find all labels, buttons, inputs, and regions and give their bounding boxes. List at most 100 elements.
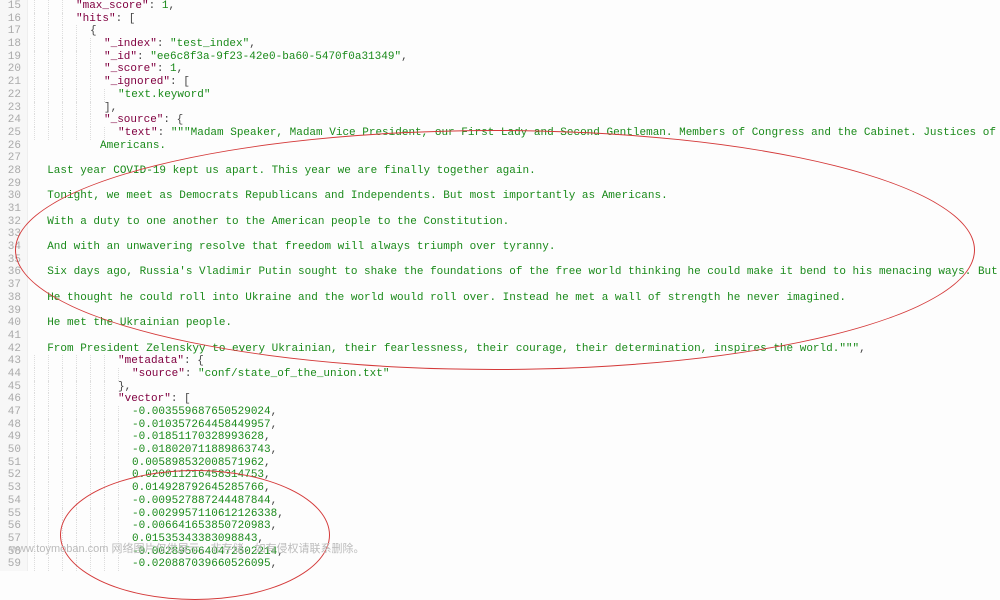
- line-number: 36: [0, 266, 21, 279]
- code-line[interactable]: "max_score": 1,: [34, 0, 1000, 13]
- code-line[interactable]: Last year COVID-19 kept us apart. This y…: [34, 165, 1000, 178]
- code-line[interactable]: [34, 178, 1000, 191]
- line-number: 54: [0, 495, 21, 508]
- code-line[interactable]: [34, 330, 1000, 343]
- line-number: 35: [0, 254, 21, 267]
- token-punc: ],: [104, 102, 117, 114]
- line-number: 50: [0, 444, 21, 457]
- code-line[interactable]: [34, 254, 1000, 267]
- code-line[interactable]: Tonight, we meet as Democrats Republican…: [34, 190, 1000, 203]
- token-punc: ,: [177, 63, 184, 75]
- code-line[interactable]: "_id": "ee6c8f3a-9f23-42e0-ba60-5470f0a3…: [34, 51, 1000, 64]
- line-number-gutter: 1516171819202122232425262728293031323334…: [0, 0, 28, 571]
- token-punc: ,: [277, 508, 284, 520]
- token-num: -0.006641653850720983: [132, 520, 271, 532]
- token-punc: ,: [401, 51, 408, 63]
- line-number: 39: [0, 305, 21, 318]
- token-punc: :: [158, 127, 171, 139]
- code-line[interactable]: -0.010357264458449957,: [34, 419, 1000, 432]
- line-number: 28: [0, 165, 21, 178]
- code-line[interactable]: [34, 152, 1000, 165]
- code-line[interactable]: [34, 305, 1000, 318]
- token-num: -0.009527887244487844: [132, 495, 271, 507]
- code-line[interactable]: And with an unwavering resolve that free…: [34, 241, 1000, 254]
- line-number: 43: [0, 355, 21, 368]
- code-line[interactable]: 0.014928792645285766,: [34, 482, 1000, 495]
- line-number: 29: [0, 178, 21, 191]
- code-line[interactable]: "_ignored": [: [34, 76, 1000, 89]
- code-line[interactable]: 0.020011216458314753,: [34, 469, 1000, 482]
- code-line[interactable]: ],: [34, 102, 1000, 115]
- token-key: "metadata": [118, 355, 184, 367]
- code-line[interactable]: He met the Ukrainian people.: [34, 317, 1000, 330]
- code-line[interactable]: Americans.: [34, 140, 1000, 153]
- line-number: 24: [0, 114, 21, 127]
- code-line[interactable]: "_index": "test_index",: [34, 38, 1000, 51]
- code-line[interactable]: "_score": 1,: [34, 63, 1000, 76]
- token-punc: ,: [859, 343, 866, 355]
- token-key: "max_score": [76, 0, 149, 12]
- token-punc: ,: [249, 38, 256, 50]
- code-line[interactable]: From President Zelenskyy to every Ukrain…: [34, 343, 1000, 356]
- code-line[interactable]: With a duty to one another to the Americ…: [34, 216, 1000, 229]
- token-punc: },: [118, 381, 131, 393]
- line-number: 46: [0, 393, 21, 406]
- token-punc: : [: [171, 393, 191, 405]
- footer-watermark: www.toymoban.com 网络图片仅供展示，非存储，如有侵权请联系删除。: [10, 542, 364, 557]
- code-line[interactable]: [34, 279, 1000, 292]
- token-punc: ,: [264, 457, 271, 469]
- code-line[interactable]: "metadata": {: [34, 355, 1000, 368]
- code-line[interactable]: {: [34, 25, 1000, 38]
- code-line[interactable]: -0.003559687650529024,: [34, 406, 1000, 419]
- code-line[interactable]: "hits": [: [34, 13, 1000, 26]
- code-line[interactable]: -0.0029957110612126338,: [34, 508, 1000, 521]
- code-line[interactable]: },: [34, 381, 1000, 394]
- token-key: "hits": [76, 13, 116, 25]
- line-number: 31: [0, 203, 21, 216]
- token-num: -0.01851170328993628: [132, 431, 264, 443]
- token-punc: ,: [168, 0, 175, 12]
- token-key: "_source": [104, 114, 163, 126]
- token-num: 0.005898532008571962: [132, 457, 264, 469]
- code-line[interactable]: He thought he could roll into Ukraine an…: [34, 292, 1000, 305]
- token-punc: : [: [116, 13, 136, 25]
- code-line[interactable]: "text": """Madam Speaker, Madam Vice Pre…: [34, 127, 1000, 140]
- code-line[interactable]: [34, 203, 1000, 216]
- line-number: 33: [0, 228, 21, 241]
- token-num: -0.020887039660526095: [132, 558, 271, 570]
- token-num: -0.003559687650529024: [132, 406, 271, 418]
- line-number: 34: [0, 241, 21, 254]
- token-str: With a duty to one another to the Americ…: [47, 216, 509, 228]
- line-number: 27: [0, 152, 21, 165]
- token-punc: ,: [271, 444, 278, 456]
- code-line[interactable]: [34, 228, 1000, 241]
- token-num: 0.020011216458314753: [132, 469, 264, 481]
- code-line[interactable]: -0.009527887244487844,: [34, 495, 1000, 508]
- code-line[interactable]: -0.01851170328993628,: [34, 431, 1000, 444]
- code-editor[interactable]: 1516171819202122232425262728293031323334…: [0, 0, 1000, 571]
- token-key: "_ignored": [104, 76, 170, 88]
- code-content[interactable]: "max_score": 1, "hits": [ { "_index": "t…: [28, 0, 1000, 571]
- token-str: And with an unwavering resolve that free…: [47, 241, 555, 253]
- line-number: 21: [0, 76, 21, 89]
- token-punc: ,: [264, 482, 271, 494]
- token-punc: ,: [271, 558, 278, 570]
- token-str: He thought he could roll into Ukraine an…: [47, 292, 846, 304]
- code-line[interactable]: Six days ago, Russia's Vladimir Putin so…: [34, 266, 1000, 279]
- code-line[interactable]: -0.006641653850720983,: [34, 520, 1000, 533]
- line-number: 30: [0, 190, 21, 203]
- token-key: "text": [118, 127, 158, 139]
- line-number: 55: [0, 508, 21, 521]
- token-punc: : {: [184, 355, 204, 367]
- code-line[interactable]: "_source": {: [34, 114, 1000, 127]
- code-line[interactable]: "text.keyword": [34, 89, 1000, 102]
- token-num: -0.0029957110612126338: [132, 508, 277, 520]
- code-line[interactable]: 0.005898532008571962,: [34, 457, 1000, 470]
- code-line[interactable]: -0.018020711889863743,: [34, 444, 1000, 457]
- code-line[interactable]: "vector": [: [34, 393, 1000, 406]
- token-punc: :: [137, 51, 150, 63]
- code-line[interactable]: "source": "conf/state_of_the_union.txt": [34, 368, 1000, 381]
- line-number: 52: [0, 469, 21, 482]
- token-str: Last year COVID-19 kept us apart. This y…: [47, 165, 535, 177]
- line-number: 37: [0, 279, 21, 292]
